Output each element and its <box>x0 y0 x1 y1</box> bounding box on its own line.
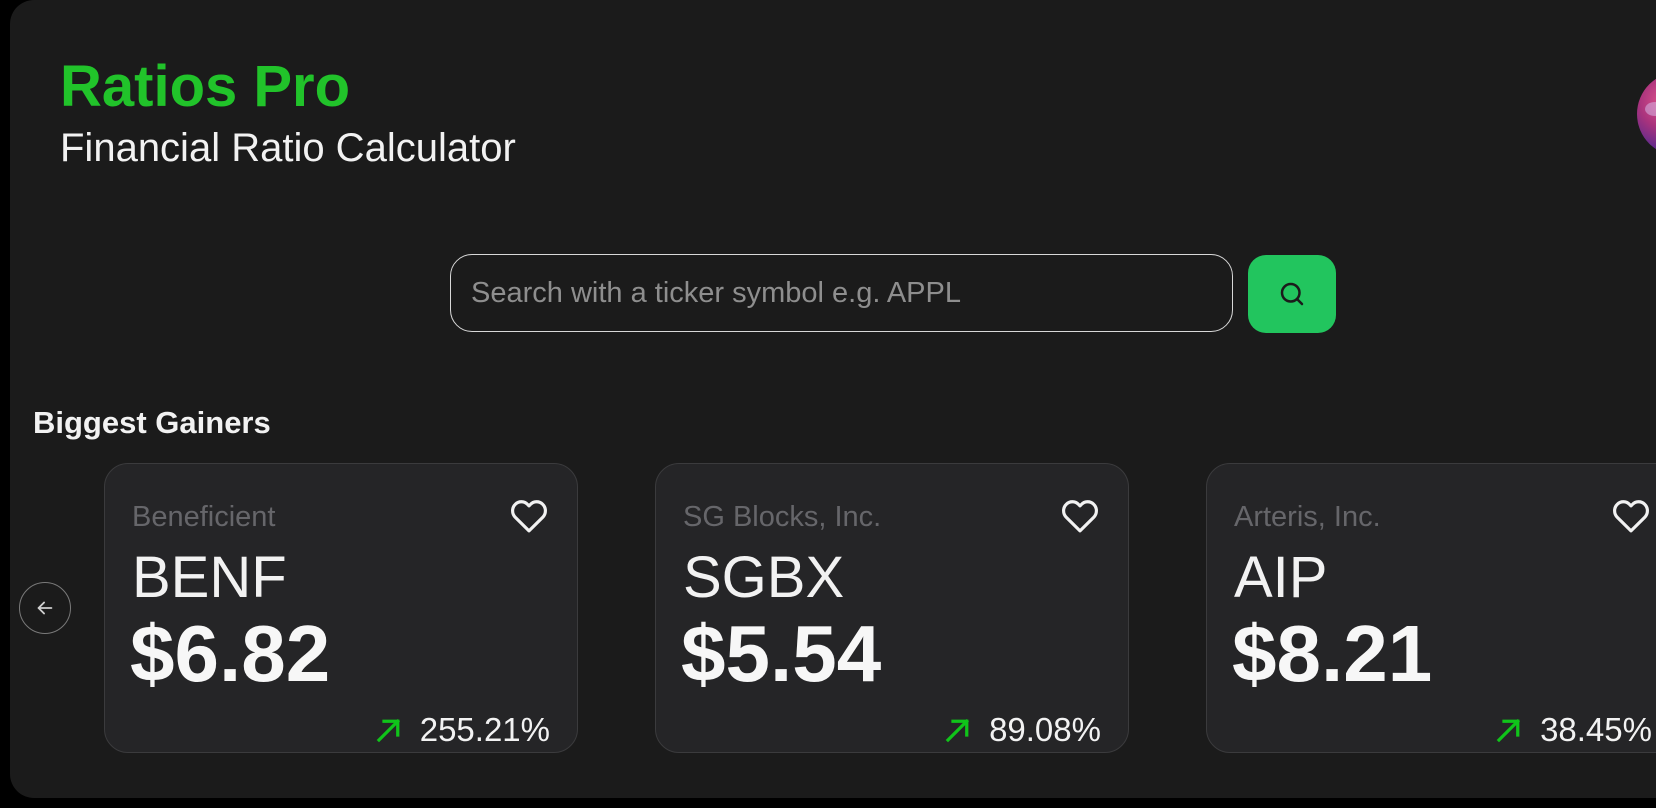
price-change: 255.21% <box>374 711 550 748</box>
gainer-card[interactable]: Beneficient BENF $6.82 255.21% <box>104 463 578 753</box>
favorite-button[interactable] <box>1609 494 1653 538</box>
search-input[interactable] <box>451 255 1232 331</box>
search-bar <box>450 254 1233 332</box>
company-name: Arteris, Inc. <box>1234 501 1381 533</box>
arrow-up-right-icon <box>1494 715 1524 745</box>
heart-outline-icon <box>1610 495 1652 537</box>
search-icon <box>1277 279 1307 309</box>
arrow-left-icon <box>34 597 56 619</box>
favorite-button[interactable] <box>507 494 551 538</box>
stock-price: $6.82 <box>130 609 331 698</box>
stock-price: $5.54 <box>681 609 882 698</box>
search-button[interactable] <box>1248 255 1336 333</box>
ticker-symbol: BENF <box>132 545 287 610</box>
change-percent: 255.21% <box>419 711 550 748</box>
company-name: SG Blocks, Inc. <box>683 501 882 533</box>
carousel-prev-button[interactable] <box>19 582 71 634</box>
arrow-up-right-icon <box>374 715 404 745</box>
heart-outline-icon <box>1059 495 1101 537</box>
price-change: 89.08% <box>943 711 1101 748</box>
ticker-symbol: SGBX <box>683 545 845 610</box>
gainer-card[interactable]: SG Blocks, Inc. SGBX $5.54 89.08% <box>655 463 1129 753</box>
company-name: Beneficient <box>132 501 276 533</box>
ticker-symbol: AIP <box>1234 545 1328 610</box>
change-percent: 89.08% <box>989 711 1101 748</box>
app-title: Ratios Pro <box>60 54 351 119</box>
gainer-card[interactable]: Arteris, Inc. AIP $8.21 38.45% <box>1206 463 1656 753</box>
biggest-gainers-heading: Biggest Gainers <box>33 405 271 440</box>
price-change: 38.45% <box>1494 711 1652 748</box>
change-percent: 38.45% <box>1540 711 1652 748</box>
app-subtitle: Financial Ratio Calculator <box>60 126 516 170</box>
app-window: Ratios Pro Financial Ratio Calculator Bi… <box>10 0 1656 798</box>
favorite-button[interactable] <box>1058 494 1102 538</box>
arrow-up-right-icon <box>943 715 973 745</box>
user-avatar[interactable] <box>1637 72 1656 156</box>
stock-price: $8.21 <box>1232 609 1433 698</box>
heart-outline-icon <box>508 495 550 537</box>
